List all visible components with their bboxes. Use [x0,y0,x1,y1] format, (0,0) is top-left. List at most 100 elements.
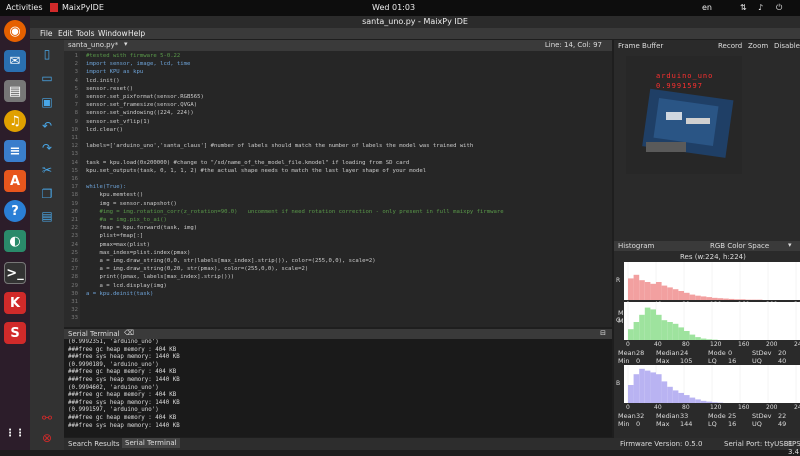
code-line[interactable]: labels=['arduino_uno','santa_claus'] #nu… [86,143,473,149]
disable-button[interactable]: Disable [774,42,800,52]
code-line[interactable]: sensor.set_pixformat(sensor.RGB565) [86,94,204,100]
code-line[interactable]: sensor.set_windowing((224, 224)) [86,110,194,116]
stat-value: 20 [778,349,786,357]
code-line[interactable]: import sensor, image, lcd, time [86,61,190,67]
language-indicator[interactable]: en [702,3,712,12]
menu-window[interactable]: Window [98,29,128,38]
terminal-close-icon[interactable]: ⊟ [600,329,606,337]
code-line[interactable]: #a = img.pix_to_ai() [86,217,167,223]
code-line[interactable]: img = sensor.snapshot() [86,201,177,207]
save-icon[interactable]: ▣ [38,94,56,110]
menu-tools[interactable]: Tools [76,29,94,38]
run-icon[interactable]: ⊗ [38,430,56,446]
tab-dropdown-icon[interactable]: ▾ [124,40,128,48]
code-line[interactable]: kpu.memtest() [86,192,143,198]
rhythmbox-icon[interactable]: ♫ [4,110,26,132]
window-title: santa_uno.py - MaixPy IDE [30,16,800,28]
color-space-select[interactable]: RGB Color Space [710,242,769,250]
histogram-bin [706,297,712,300]
code-line[interactable]: a = img.draw_string(0,0, str(labels[max_… [86,258,376,264]
code-line[interactable]: a = img.draw_string(0,20, str(pmax), col… [86,266,308,272]
stat-value: 28 [636,349,644,357]
app-menu[interactable]: MaixPyIDE [62,3,104,12]
serial-terminal-tab[interactable]: Serial Terminal [122,438,180,448]
code-line[interactable]: kpu.set_outputs(task, 0, 1, 1, 2) #the a… [86,168,426,174]
new-file-icon[interactable]: ▯ [38,46,56,62]
show-applications-icon[interactable]: ⋮⋮ [4,422,26,444]
code-line[interactable]: max_index=plist.index(pmax) [86,250,190,256]
thunderbird-icon[interactable]: ✉ [4,50,26,72]
stat-label: Median [656,349,680,357]
histogram-bin [667,322,673,340]
confidence-overlay: 0.9991597 [656,82,703,90]
histogram-bin [701,339,707,340]
anaconda-icon[interactable]: ◐ [4,230,26,252]
undo-icon[interactable]: ↶ [38,118,56,134]
code-line[interactable]: sensor.set_vflip(1) [86,119,150,125]
help-icon[interactable]: ? [4,200,26,222]
activities-button[interactable]: Activities [6,3,43,12]
code-line[interactable]: fmap = kpu.forward(task, img) [86,225,197,231]
code-line[interactable]: sensor.set_framesize(sensor.QVGA) [86,102,197,108]
resolution-label: Res (w:224, h:224) [680,253,746,261]
stat-label: Median [656,412,680,420]
kicad-icon[interactable]: K [4,292,26,314]
terminal-line: ###free sys heap memory: 1440 KB [64,377,612,385]
code-line[interactable]: lcd.init() [86,78,120,84]
terminal-icon[interactable]: >_ [4,262,26,284]
menu-edit[interactable]: Edit [58,29,73,38]
code-editor[interactable]: 1234567891011121314151617181920212223242… [64,51,612,327]
maixpy-ide-icon[interactable]: S [4,322,26,344]
serial-terminal[interactable]: (0.9992351, 'arduino_uno')###free gc hea… [64,339,612,437]
copy-icon[interactable]: ❐ [38,186,56,202]
line-number: 11 [64,135,78,141]
clock[interactable]: Wed 01:03 [372,3,415,12]
search-results-tab[interactable]: Search Results [68,440,120,448]
code-line[interactable]: lcd.clear() [86,127,123,133]
writer-icon[interactable]: ≡ [4,140,26,162]
color-space-dropdown-icon[interactable]: ▾ [788,241,792,249]
line-number: 33 [64,315,78,321]
cursor-position: Line: 14, Col: 97 [545,41,602,49]
software-center-icon[interactable]: A [4,170,26,192]
code-line[interactable]: while(True): [86,184,126,190]
code-line[interactable]: import KPU as kpu [86,69,143,75]
code-line[interactable]: print((pmax, labels[max_index].strip())) [86,274,234,280]
volume-icon[interactable]: ♪ [758,3,763,12]
code-line[interactable]: #img = img.rotation_corr(z_rotation=90.0… [86,209,504,215]
code-line[interactable]: #tested with firmware 5-0.22 [86,53,180,59]
code-line[interactable]: a = kpu.deinit(task) [86,291,153,297]
histogram-bin [634,374,640,403]
firefox-icon[interactable]: ◉ [4,20,26,42]
network-icon[interactable]: ⇅ [740,3,747,12]
files-icon[interactable]: ▤ [4,80,26,102]
code-line[interactable]: sensor.reset() [86,86,133,92]
histogram-bin [662,381,668,403]
connect-icon[interactable]: ⚯ [38,410,56,426]
open-file-icon[interactable]: ▭ [38,70,56,86]
line-number: 2 [64,61,78,67]
histogram-bin [645,308,651,340]
code-line[interactable]: pmax=max(plist) [86,242,150,248]
cut-icon[interactable]: ✂ [38,162,56,178]
histogram-bin [723,299,729,300]
histogram-bin [701,401,707,403]
paste-icon[interactable]: ▤ [38,208,56,224]
zoom-button[interactable]: Zoom [748,42,768,52]
code-line[interactable]: a = lcd.display(img) [86,283,167,289]
frame-buffer-title: Frame Buffer [618,42,663,52]
stat-value: 49 [778,420,786,428]
code-line[interactable]: plist=fmap[:] [86,233,143,239]
record-button[interactable]: Record [718,42,742,52]
stat-label: LQ [708,420,717,428]
editor-tab[interactable]: santa_uno.py* [68,41,118,49]
histogram-bin [673,324,679,340]
menu-file[interactable]: File [40,29,53,38]
menu-help[interactable]: Help [128,29,145,38]
power-icon[interactable]: ⏻ [776,3,782,13]
terminal-clear-icon[interactable]: ⌫ [124,329,134,337]
redo-icon[interactable]: ↷ [38,140,56,156]
stat-value: 0 [636,420,640,428]
terminal-title: Serial Terminal [68,330,120,338]
code-line[interactable]: task = kpu.load(0x200000) #change to "/s… [86,160,409,166]
